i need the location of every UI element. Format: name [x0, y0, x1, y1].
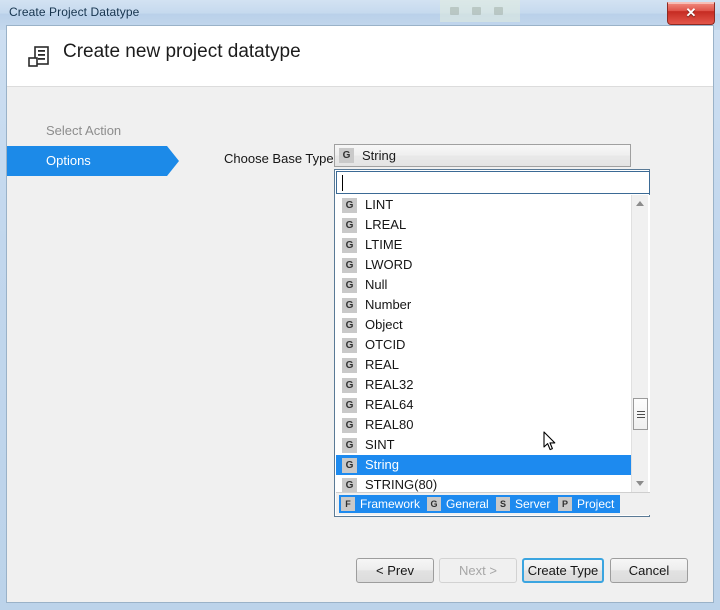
filter-tab-framework[interactable]: F Framework [339, 495, 427, 513]
wizard-steps: Select Action Options [7, 116, 207, 176]
list-item-label: String [365, 457, 399, 472]
page-title: Create new project datatype [63, 41, 301, 62]
general-badge-icon: G [342, 398, 357, 413]
dialog-header: Create new project datatype [7, 26, 713, 87]
filter-tab-general[interactable]: G General [425, 495, 495, 513]
sidebar-item-options[interactable]: Options [7, 146, 179, 176]
list-item-label: REAL [365, 357, 399, 372]
list-item-selected[interactable]: G String [336, 455, 633, 475]
list-item[interactable]: G Number [336, 295, 633, 315]
general-badge-icon: G [342, 298, 357, 313]
general-badge-icon: G [342, 418, 357, 433]
sidebar-item-label: Options [46, 153, 91, 168]
list-item[interactable]: G OTCID [336, 335, 633, 355]
dialog-window: Create Project Datatype ✕ Create new pro… [0, 0, 720, 610]
general-badge-icon: G [342, 258, 357, 273]
namespace-filter-bar: F Framework G General S Server P Project [336, 492, 650, 515]
list-item[interactable]: G SINT [336, 435, 633, 455]
list-item-label: STRING(80) [365, 477, 438, 492]
close-icon: ✕ [685, 5, 697, 20]
list-item-label: REAL64 [365, 397, 414, 412]
general-badge-icon: G [427, 497, 441, 511]
general-badge-icon: G [342, 458, 357, 473]
list-item[interactable]: G LWORD [336, 255, 633, 275]
list-item[interactable]: G Null [336, 275, 633, 295]
list-item-label: REAL80 [365, 417, 414, 432]
list-item-label: Number [365, 297, 412, 312]
close-ghost-icon [494, 7, 503, 15]
list-item-label: LREAL [365, 217, 407, 232]
base-type-label: Choose Base Type: [224, 151, 338, 166]
general-badge-icon: G [342, 318, 357, 333]
prev-button[interactable]: < Prev [356, 558, 434, 583]
cancel-button[interactable]: Cancel [610, 558, 688, 583]
list-item[interactable]: G REAL32 [336, 375, 633, 395]
close-button[interactable]: ✕ [667, 2, 715, 25]
prev-button-label: < Prev [376, 563, 414, 578]
base-type-value: String [362, 148, 396, 163]
list-item[interactable]: G STRING(80) [336, 475, 633, 492]
general-badge-icon: G [342, 238, 357, 253]
list-item-label: REAL32 [365, 377, 414, 392]
project-badge-icon: P [558, 497, 572, 511]
list-item[interactable]: G LTIME [336, 235, 633, 255]
list-item-label: LTIME [365, 237, 403, 252]
list-item-label: SINT [365, 437, 395, 452]
list-item[interactable]: G LINT [336, 195, 633, 215]
cancel-button-label: Cancel [628, 563, 670, 578]
next-button: Next > [439, 558, 517, 583]
filter-tab-label: Framework [360, 497, 421, 511]
list-item-label: LWORD [365, 257, 413, 272]
filter-tab-label: Project [577, 497, 615, 511]
sidebar-item-label: Select Action [46, 123, 122, 138]
inactive-window-buttons-overlay [440, 0, 520, 22]
general-badge-icon: G [342, 378, 357, 393]
server-badge-icon: S [496, 497, 510, 511]
datatype-icon [26, 44, 52, 70]
general-badge-icon: G [342, 278, 357, 293]
sidebar-item-select-action[interactable]: Select Action [7, 116, 207, 146]
datatype-list[interactable]: G LINT G LREAL G LTIME G LWORD G Null G … [336, 195, 650, 492]
general-badge-icon: G [339, 148, 354, 163]
filter-tab-project[interactable]: P Project [556, 495, 621, 513]
create-type-button[interactable]: Create Type [522, 558, 604, 583]
scrollbar-thumb[interactable] [633, 398, 648, 430]
base-type-dropdown: G LINT G LREAL G LTIME G LWORD G Null G … [334, 169, 650, 517]
maximize-icon [472, 7, 481, 15]
create-type-button-label: Create Type [527, 563, 599, 578]
next-button-label: Next > [459, 563, 497, 578]
filter-tab-label: Server [515, 497, 551, 511]
list-item[interactable]: G REAL [336, 355, 633, 375]
list-item-label: OTCID [365, 337, 406, 352]
window-title: Create Project Datatype [9, 5, 140, 19]
list-item-label: Object [365, 317, 403, 332]
list-item[interactable]: G REAL64 [336, 395, 633, 415]
filter-tab-label: General [446, 497, 489, 511]
general-badge-icon: G [342, 478, 357, 492]
scroll-up-arrow-icon[interactable] [632, 195, 648, 212]
list-item[interactable]: G REAL80 [336, 415, 633, 435]
minimize-icon [450, 7, 459, 15]
general-badge-icon: G [342, 358, 357, 373]
list-item-label: LINT [365, 197, 394, 212]
list-item[interactable]: G LREAL [336, 215, 633, 235]
general-badge-icon: G [342, 438, 357, 453]
framework-badge-icon: F [341, 497, 355, 511]
list-item[interactable]: G Object [336, 315, 633, 335]
general-badge-icon: G [342, 338, 357, 353]
text-caret [342, 175, 343, 191]
general-badge-icon: G [342, 218, 357, 233]
search-input[interactable] [336, 171, 650, 194]
base-type-combobox[interactable]: G String [334, 144, 631, 167]
list-item-label: Null [365, 277, 388, 292]
dialog-client-area: Create new project datatype Select Actio… [6, 25, 714, 603]
filter-tab-server[interactable]: S Server [494, 495, 557, 513]
general-badge-icon: G [342, 198, 357, 213]
scroll-down-arrow-icon[interactable] [632, 475, 648, 492]
list-scrollbar[interactable] [631, 195, 648, 492]
